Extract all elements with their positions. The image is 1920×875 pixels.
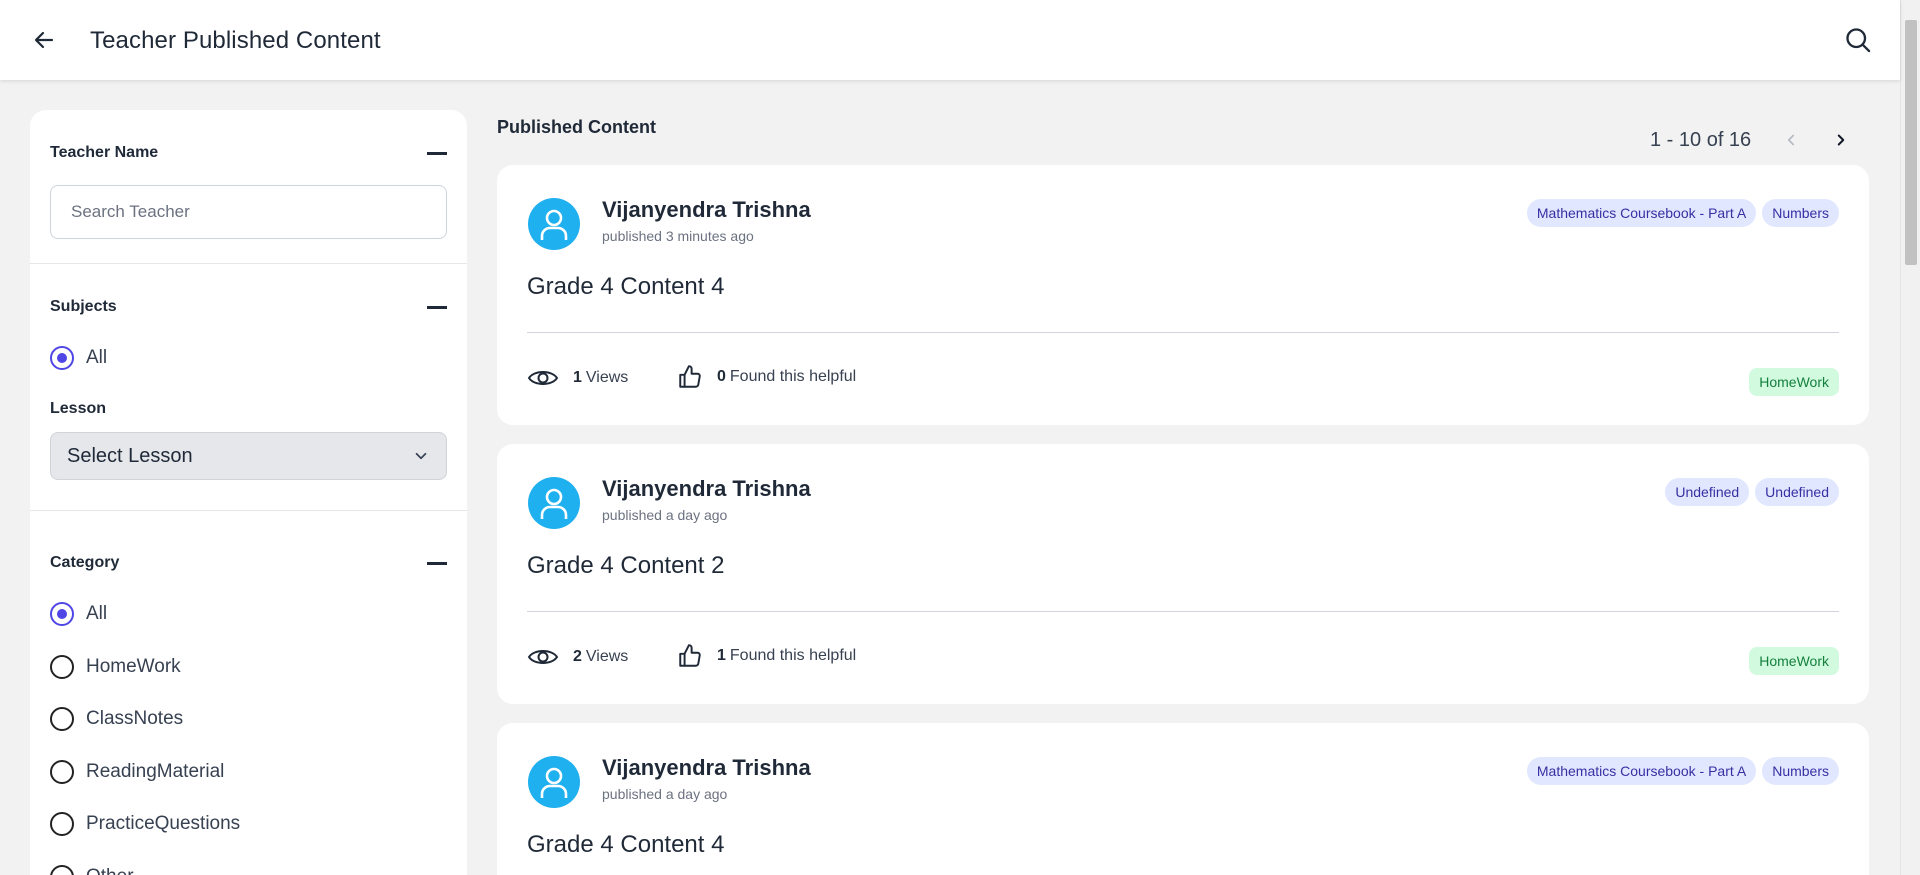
views-value: 2: [573, 648, 582, 665]
pagination: 1 - 10 of 16: [1650, 124, 1857, 156]
content-title[interactable]: Grade 4 Content 2: [527, 552, 724, 580]
lesson-select-value: Select Lesson: [67, 444, 193, 467]
avatar: [528, 477, 580, 529]
scrollbar-thumb[interactable]: [1905, 20, 1917, 265]
views-count: 1 Views: [527, 367, 628, 389]
user-icon: [540, 488, 568, 519]
tag-chip: Undefined: [1755, 478, 1839, 506]
previous-page-button[interactable]: [1775, 124, 1807, 156]
author-name[interactable]: Vijanyendra Trishna: [602, 197, 811, 223]
radio-button[interactable]: [50, 602, 74, 626]
thumbs-up-icon: [679, 644, 701, 667]
tag-list: Mathematics Coursebook - Part A Numbers: [1526, 199, 1839, 227]
tag-chip: Numbers: [1762, 199, 1839, 227]
content-card[interactable]: Vijanyendra Trishna published 3 minutes …: [497, 165, 1869, 425]
helpful-value: 1: [717, 647, 726, 664]
collapse-category-button[interactable]: [427, 562, 447, 565]
helpful-label: Found this helpful: [729, 368, 857, 385]
tag-chip: Mathematics Coursebook - Part A: [1526, 757, 1757, 785]
category-option-other[interactable]: Other: [50, 865, 134, 875]
eye-icon: [527, 650, 559, 664]
avatar: [528, 198, 580, 250]
subject-option-all[interactable]: All: [50, 346, 107, 370]
chevron-left-icon: [1788, 134, 1795, 146]
radio-button[interactable]: [50, 760, 74, 784]
content-title[interactable]: Grade 4 Content 4: [527, 831, 724, 859]
helpful-value: 0: [717, 368, 726, 385]
category-option-classnotes[interactable]: ClassNotes: [50, 707, 183, 731]
chevron-down-icon: [415, 452, 427, 460]
tag-list: Undefined Undefined: [1665, 478, 1839, 506]
back-button[interactable]: [26, 22, 62, 58]
tag-list: Mathematics Coursebook - Part A Numbers: [1526, 757, 1839, 785]
radio-label: All: [86, 347, 108, 368]
helpful-label: Found this helpful: [729, 647, 857, 664]
published-time: published 3 minutes ago: [602, 228, 754, 244]
page-scrollbar[interactable]: [1900, 0, 1920, 875]
next-page-button[interactable]: [1825, 124, 1857, 156]
views-value: 1: [573, 369, 582, 386]
category-title: Category: [50, 554, 120, 571]
radio-button[interactable]: [50, 812, 74, 836]
tag-chip: Numbers: [1762, 757, 1839, 785]
radio-label: PracticeQuestions: [86, 813, 241, 834]
category-option-all[interactable]: All: [50, 602, 107, 626]
collapse-subjects-button[interactable]: [427, 306, 447, 309]
filter-sidebar: Teacher Name Subjects All Lesson Select …: [30, 110, 467, 875]
category-option-homework[interactable]: HomeWork: [50, 655, 181, 679]
author-name[interactable]: Vijanyendra Trishna: [602, 476, 811, 502]
category-badge: HomeWork: [1749, 368, 1839, 396]
published-time: published a day ago: [602, 786, 728, 802]
radio-button[interactable]: [50, 655, 74, 679]
arrow-left-icon: [34, 31, 54, 49]
lesson-select[interactable]: Select Lesson: [50, 432, 447, 480]
radio-label: ReadingMaterial: [86, 761, 225, 782]
page-title: Teacher Published Content: [90, 27, 381, 54]
views-count: 2 Views: [527, 646, 628, 668]
helpful-count[interactable]: 1 Found this helpful: [677, 643, 856, 669]
divider: [527, 332, 1839, 333]
lesson-label: Lesson: [50, 400, 107, 417]
views-label: Views: [585, 648, 629, 665]
radio-label: All: [86, 603, 108, 624]
views-label: Views: [585, 369, 629, 386]
user-icon: [540, 767, 568, 798]
eye-icon: [527, 371, 559, 385]
published-time: published a day ago: [602, 507, 728, 523]
radio-label: ClassNotes: [86, 708, 184, 729]
category-filter: Category All HomeWork ClassNotes Reading…: [30, 511, 467, 875]
published-content-heading: Published Content: [497, 117, 656, 137]
author-name[interactable]: Vijanyendra Trishna: [602, 755, 811, 781]
content-card[interactable]: Vijanyendra Trishna published a day ago …: [497, 723, 1869, 875]
content-title[interactable]: Grade 4 Content 4: [527, 273, 724, 301]
thumbs-up-icon: [679, 365, 701, 388]
teacher-name-title: Teacher Name: [50, 144, 159, 161]
avatar: [528, 756, 580, 808]
divider: [527, 611, 1839, 612]
content-card[interactable]: Vijanyendra Trishna published a day ago …: [497, 444, 1869, 704]
category-option-readingmaterial[interactable]: ReadingMaterial: [50, 760, 224, 784]
radio-button[interactable]: [50, 707, 74, 731]
search-teacher-input[interactable]: [50, 185, 447, 239]
search-icon: [1846, 28, 1871, 53]
teacher-name-filter: Teacher Name: [30, 110, 467, 264]
search-button[interactable]: [1840, 22, 1876, 58]
radio-label: Other: [86, 866, 134, 875]
subjects-title: Subjects: [50, 298, 117, 315]
user-icon: [540, 209, 568, 240]
pagination-range: 1 - 10 of 16: [1650, 128, 1752, 151]
top-app-bar: Teacher Published Content: [0, 0, 1900, 80]
category-badge: HomeWork: [1749, 647, 1839, 675]
helpful-count[interactable]: 0 Found this helpful: [677, 364, 856, 390]
radio-button[interactable]: [50, 865, 74, 875]
subjects-filter: Subjects All Lesson Select Lesson: [30, 264, 467, 511]
chevron-right-icon: [1837, 134, 1845, 146]
category-option-practicequestions[interactable]: PracticeQuestions: [50, 812, 240, 836]
tag-chip: Undefined: [1665, 478, 1750, 506]
radio-button[interactable]: [50, 346, 74, 370]
radio-label: HomeWork: [86, 656, 181, 677]
tag-chip: Mathematics Coursebook - Part A: [1526, 199, 1757, 227]
collapse-teacher-name-button[interactable]: [427, 152, 447, 155]
